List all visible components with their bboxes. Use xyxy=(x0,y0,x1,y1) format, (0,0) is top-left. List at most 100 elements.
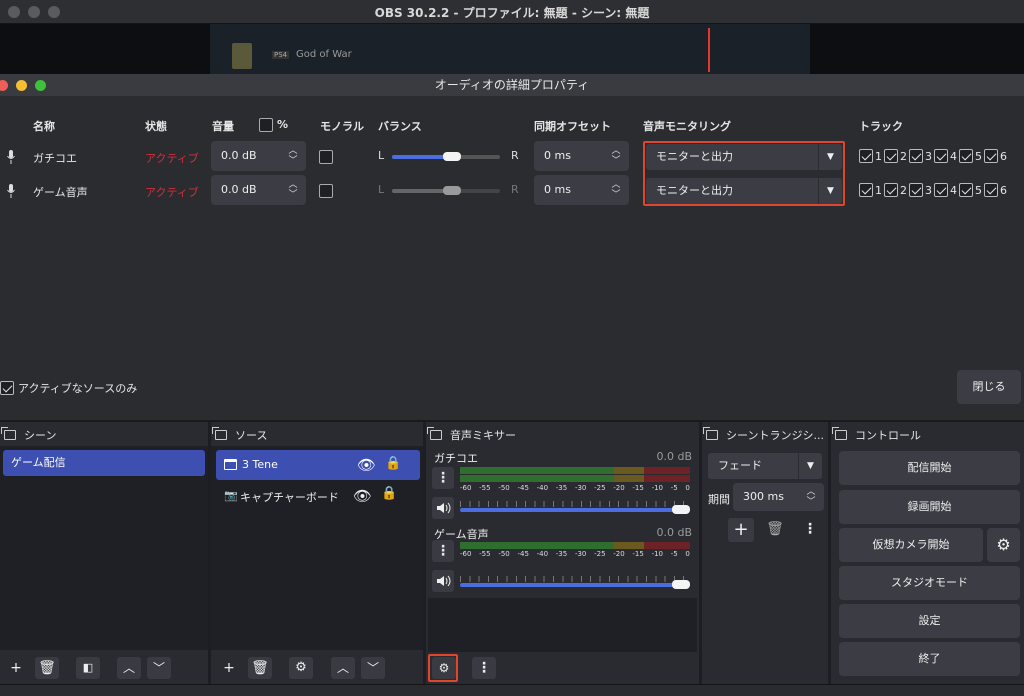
audio-mixer-dock-title: 音声ミキサー xyxy=(426,426,516,444)
balance-slider-handle[interactable] xyxy=(443,186,461,195)
duration-spinbox[interactable]: 300 ms ︿ ﹀ xyxy=(733,483,824,511)
exit-button[interactable]: 終了 xyxy=(839,642,1020,676)
track-2-checkbox[interactable] xyxy=(884,149,898,163)
meter-scale-tick: -60 xyxy=(460,550,472,558)
more-options-icon[interactable]: ⋮ xyxy=(432,467,454,489)
source-item[interactable]: 3 Tene 👁 🔒 xyxy=(216,450,420,480)
track-2-checkbox[interactable] xyxy=(884,183,898,197)
meter-scale-tick: -10 xyxy=(651,550,663,558)
balance-slider-handle[interactable] xyxy=(443,152,461,161)
gear-icon[interactable]: ⚙ xyxy=(289,657,313,679)
spin-arrows-icon[interactable]: ︿ ﹀ xyxy=(603,175,629,205)
mono-checkbox[interactable] xyxy=(319,184,333,198)
speaker-icon[interactable] xyxy=(432,570,454,592)
trash-icon[interactable]: 🗑 xyxy=(35,657,59,679)
volume-slider-handle[interactable] xyxy=(672,580,690,589)
more-options-icon[interactable]: ⋮ xyxy=(472,657,496,679)
meter-scale-tick: -50 xyxy=(498,550,510,558)
volume-slider-handle[interactable] xyxy=(672,505,690,514)
meter-scale: -60 -55 -50 -45 -40 -35 -30 -25 -20 -15 -10 -5 0 xyxy=(460,484,690,492)
dialog-minimize-button[interactable] xyxy=(16,80,27,91)
spin-arrows-icon[interactable]: ︿ ﹀ xyxy=(798,483,824,511)
header-mono: モノラル xyxy=(320,120,364,133)
track-1-checkbox[interactable] xyxy=(859,149,873,163)
track-1-checkbox[interactable] xyxy=(859,183,873,197)
scenes-list[interactable] xyxy=(0,446,208,650)
chevron-up-icon[interactable]: ︿ xyxy=(117,657,141,679)
volume-slider[interactable] xyxy=(460,508,688,512)
dialog-close-button[interactable] xyxy=(0,80,8,91)
start-virtual-camera-button[interactable]: 仮想カメラ開始 xyxy=(839,528,983,562)
header-volume: 音量 xyxy=(212,120,234,133)
monitoring-highlight-box xyxy=(643,141,845,206)
more-options-icon[interactable]: ⋮ xyxy=(432,540,454,562)
volume-spinbox[interactable]: 0.0 dB ︿ ﹀ xyxy=(211,141,306,171)
add-source-button[interactable]: + xyxy=(217,657,241,679)
lock-icon[interactable]: 🔒 xyxy=(381,486,397,501)
gear-icon[interactable]: ⚙ xyxy=(987,528,1020,562)
mono-checkbox[interactable] xyxy=(319,150,333,164)
sync-offset-spinbox[interactable]: 0 ms ︿ ﹀ xyxy=(534,141,629,171)
window-titlebar: OBS 30.2.2 - プロファイル: 無題 - シーン: 無題 xyxy=(0,0,1024,24)
chevron-down-icon[interactable]: ▼ xyxy=(798,453,822,479)
more-options-icon[interactable]: ⋮ xyxy=(798,518,822,540)
track-6-checkbox[interactable] xyxy=(984,149,998,163)
track-checkboxes: 1 2 3 4 5 6 xyxy=(859,149,1007,163)
balance-left-label: L xyxy=(378,183,385,196)
close-button[interactable]: 閉じる xyxy=(957,370,1021,404)
meter-scale-tick: 0 xyxy=(685,484,690,492)
balance-left-label: L xyxy=(378,149,385,162)
transitions-dock-title: シーントランジシ... xyxy=(702,426,824,444)
track-6-checkbox[interactable] xyxy=(984,183,998,197)
meter-scale-tick: -5 xyxy=(670,484,678,492)
spin-arrows-icon[interactable]: ︿ ﹀ xyxy=(280,175,306,205)
active-only-option[interactable]: アクティブなソースのみ xyxy=(0,380,137,396)
volume-slider[interactable] xyxy=(460,583,688,587)
percent-checkbox[interactable] xyxy=(259,118,273,132)
track-3-checkbox[interactable] xyxy=(909,183,923,197)
meter-scale-tick: -15 xyxy=(632,550,644,558)
active-only-checkbox[interactable] xyxy=(0,381,14,395)
meter-scale-tick: -15 xyxy=(632,484,644,492)
lock-icon[interactable]: 🔒 xyxy=(385,449,401,479)
row-source-name: ゲーム音声 xyxy=(33,186,88,199)
chevron-up-icon[interactable]: ︿ xyxy=(331,657,355,679)
track-5-checkbox[interactable] xyxy=(959,149,973,163)
track-3-checkbox[interactable] xyxy=(909,149,923,163)
volume-spinbox[interactable]: 0.0 dB ︿ ﹀ xyxy=(211,175,306,205)
meter-scale-tick: -20 xyxy=(613,484,625,492)
meter-scale-tick: -55 xyxy=(479,484,491,492)
add-transition-button[interactable]: + xyxy=(728,518,754,542)
speaker-icon[interactable] xyxy=(432,497,454,519)
transition-select[interactable]: フェード ▼ xyxy=(708,453,822,479)
add-scene-button[interactable]: + xyxy=(4,657,28,679)
meter-scale-tick: -10 xyxy=(651,484,663,492)
scene-transitions-dock: シーントランジシ... フェード ▼ 期間 300 ms ︿ ﹀ + 🗑 ⋮ xyxy=(702,422,828,684)
chevron-down-icon[interactable]: ﹀ xyxy=(361,657,385,679)
dialog-zoom-button[interactable] xyxy=(35,80,46,91)
game-thumbnail xyxy=(232,43,252,69)
trash-icon[interactable]: 🗑 xyxy=(763,518,787,540)
header-percent: % xyxy=(277,118,289,131)
header-balance: バランス xyxy=(378,120,422,133)
eye-icon[interactable]: 👁 xyxy=(357,450,376,480)
spin-arrows-icon[interactable]: ︿ ﹀ xyxy=(603,141,629,171)
start-streaming-button[interactable]: 配信開始 xyxy=(839,451,1020,485)
meter-scale-tick: -60 xyxy=(460,484,472,492)
track-5-checkbox[interactable] xyxy=(959,183,973,197)
studio-mode-button[interactable]: スタジオモード xyxy=(839,566,1020,600)
scene-item[interactable]: ゲーム配信 xyxy=(3,450,205,476)
trash-icon[interactable]: 🗑 xyxy=(248,657,272,679)
eye-icon[interactable]: 👁 xyxy=(353,487,372,505)
track-4-checkbox[interactable] xyxy=(934,183,948,197)
start-recording-button[interactable]: 録画開始 xyxy=(839,490,1020,524)
header-tracks: トラック xyxy=(859,120,903,133)
meter-scale-tick: -20 xyxy=(613,550,625,558)
spin-arrows-icon[interactable]: ︿ ﹀ xyxy=(280,141,306,171)
chevron-down-icon[interactable]: ﹀ xyxy=(147,657,171,679)
dock-window-icon xyxy=(1,427,16,440)
settings-button[interactable]: 設定 xyxy=(839,604,1020,638)
track-4-checkbox[interactable] xyxy=(934,149,948,163)
scene-filters-icon[interactable]: ◧ xyxy=(76,657,100,679)
sync-offset-spinbox[interactable]: 0 ms ︿ ﹀ xyxy=(534,175,629,205)
